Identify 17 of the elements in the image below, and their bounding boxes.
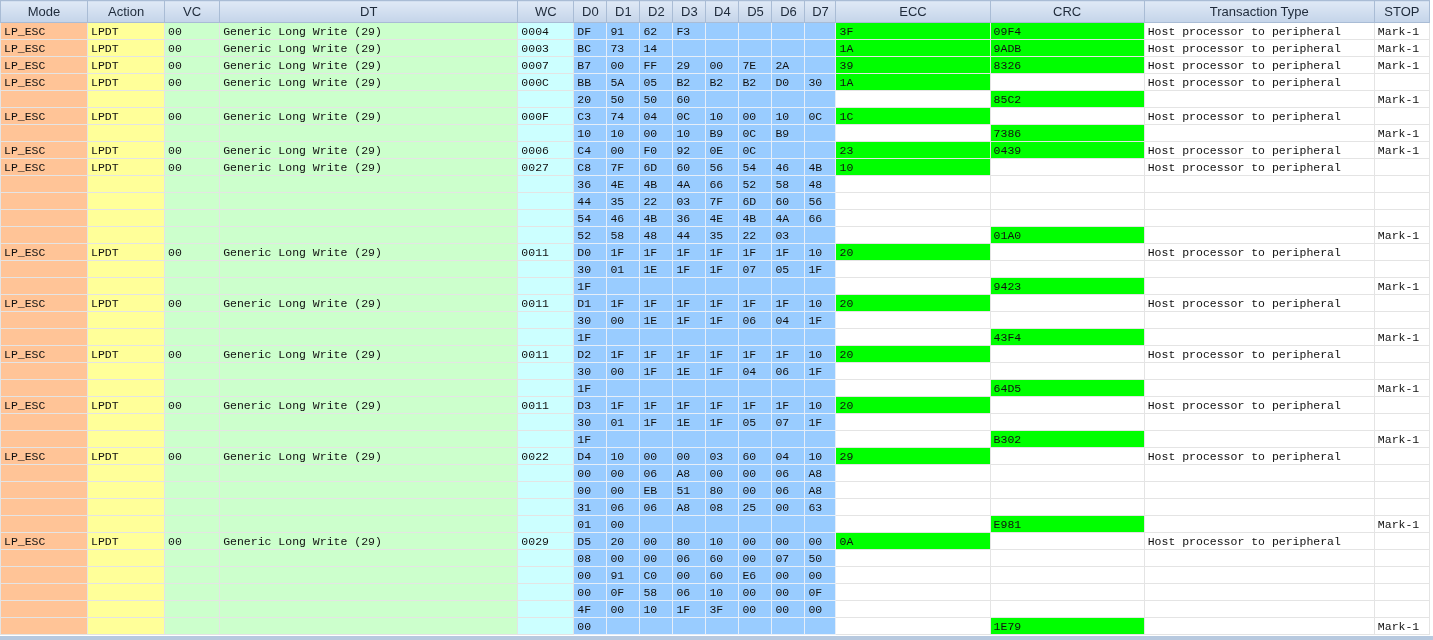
column-header[interactable]: D1 bbox=[606, 0, 640, 23]
column-header[interactable]: ECC bbox=[836, 0, 991, 23]
column-header[interactable]: D6 bbox=[771, 0, 805, 23]
column-header[interactable]: DT bbox=[219, 0, 518, 23]
column-header[interactable]: Action bbox=[87, 0, 165, 23]
column-header[interactable]: STOP bbox=[1374, 0, 1430, 23]
column-header[interactable]: WC bbox=[517, 0, 574, 23]
column-header[interactable]: D2 bbox=[639, 0, 673, 23]
column-header[interactable]: D0 bbox=[573, 0, 607, 23]
column-header[interactable]: D7 bbox=[804, 0, 836, 23]
column-header[interactable]: D5 bbox=[738, 0, 772, 23]
column-header[interactable]: Mode bbox=[0, 0, 88, 23]
column-header[interactable]: D4 bbox=[705, 0, 739, 23]
column-header[interactable]: CRC bbox=[990, 0, 1145, 23]
column-header[interactable]: Transaction Type bbox=[1144, 0, 1375, 23]
column-header[interactable]: VC bbox=[164, 0, 220, 23]
column-header[interactable]: D3 bbox=[672, 0, 706, 23]
